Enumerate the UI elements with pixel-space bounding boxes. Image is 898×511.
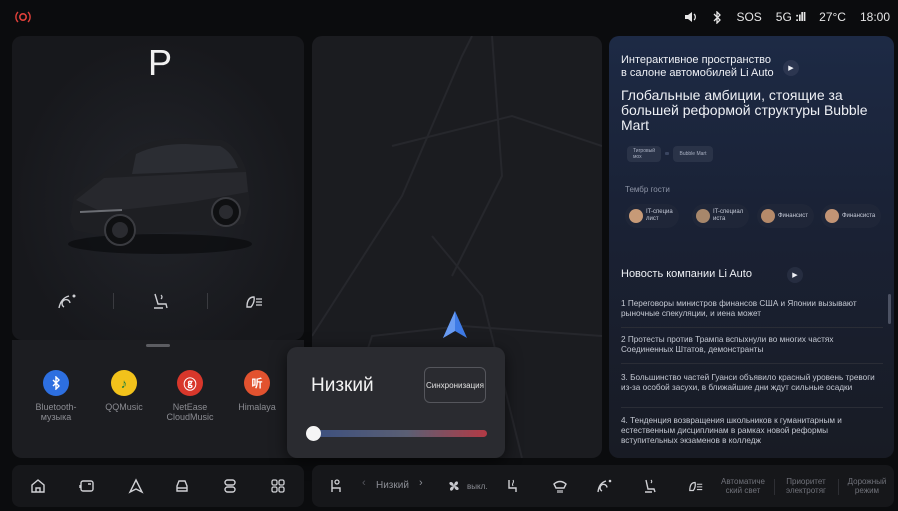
app-label: QQMusic xyxy=(105,402,143,412)
divider xyxy=(206,293,208,309)
bluetooth-icon xyxy=(43,370,69,396)
app-label: Bluetooth- музыка xyxy=(35,402,77,422)
app-himalaya[interactable]: 听 Himalaya xyxy=(222,370,292,412)
location-arrow-icon xyxy=(443,311,467,338)
info-panel: Интерактивное пространство в салоне авто… xyxy=(609,36,894,458)
auto-light-button[interactable]: Автоматиче ский свет xyxy=(716,477,770,495)
app-bluetooth-music[interactable]: Bluetooth- музыка xyxy=(21,370,91,422)
avatar xyxy=(629,209,643,223)
guest-name: Финансист xyxy=(778,212,808,219)
news-item[interactable]: 1 Переговоры министров финансов США и Яп… xyxy=(621,299,883,319)
network-type: 5G xyxy=(775,10,792,24)
headline: Глобальные амбиции, стоящие за большей р… xyxy=(621,87,868,133)
status-bar: SOS 5G :ıll 27°C 18:00 xyxy=(0,0,898,34)
sos-label[interactable]: SOS xyxy=(736,10,761,24)
avatar xyxy=(825,209,839,223)
news-item[interactable]: 3. Большинство частей Гуанси объявило кр… xyxy=(621,373,883,393)
qqmusic-icon: ♪ xyxy=(111,370,137,396)
seat-ventilation-icon[interactable] xyxy=(504,478,520,494)
car-side-icon[interactable] xyxy=(79,478,95,494)
netease-icon: ⓖ xyxy=(177,370,203,396)
divider xyxy=(621,363,883,364)
fan-level-label: Низкий xyxy=(311,375,374,396)
feature-title: Интерактивное пространство в салоне авто… xyxy=(621,54,774,79)
seat-heat-icon[interactable] xyxy=(149,292,171,310)
avatar xyxy=(696,209,710,223)
headlight-icon[interactable] xyxy=(688,478,704,494)
priority-button[interactable]: Приоритет электротяг xyxy=(778,477,834,495)
play-icon[interactable]: ▶ xyxy=(787,267,803,283)
sync-button[interactable]: Синхронизация xyxy=(424,367,486,403)
volume-icon xyxy=(685,12,697,22)
app-label: Himalaya xyxy=(238,402,276,412)
car-front-icon[interactable] xyxy=(174,478,190,494)
steering-heat-icon[interactable] xyxy=(55,292,77,310)
navigation-icon[interactable] xyxy=(128,478,144,494)
headlight-icon[interactable] xyxy=(243,292,265,310)
settings-icon[interactable] xyxy=(222,478,238,494)
divider xyxy=(774,479,775,495)
divider xyxy=(838,479,839,495)
guest-name: IT-специал иста xyxy=(713,209,744,222)
vehicle-controls xyxy=(55,292,265,310)
fan-increase-button[interactable]: › xyxy=(419,478,423,489)
news-item[interactable]: 4. Тенденция возвращения школьников к гу… xyxy=(621,416,883,446)
scrollbar[interactable] xyxy=(888,294,891,324)
fan-decrease-button[interactable]: ‹ xyxy=(362,478,366,489)
tag-chip[interactable]: Bubble Mart xyxy=(673,146,713,162)
gear-indicator: P xyxy=(148,42,173,83)
guest-voice-chip[interactable]: IT-специа лист xyxy=(625,204,679,228)
guest-name: Финансиста xyxy=(842,212,876,219)
road-mode-button[interactable]: Дорожный режим xyxy=(842,477,892,495)
home-icon[interactable] xyxy=(30,478,46,494)
clock: 18:00 xyxy=(859,10,890,24)
guest-voice-title: Тембр гости xyxy=(625,185,670,194)
news-item[interactable]: 2 Протесты против Трампа вспыхнули во мн… xyxy=(621,335,883,355)
app-netease-cloudmusic[interactable]: ⓖ NetEase CloudMusic xyxy=(155,370,225,422)
guest-name: IT-специа лист xyxy=(646,209,673,222)
app-label: NetEase CloudMusic xyxy=(166,402,214,422)
play-icon[interactable]: ▶ xyxy=(783,60,799,76)
signal-strength: :ıll xyxy=(795,10,806,24)
slider-thumb[interactable] xyxy=(305,426,321,441)
tag-chip[interactable]: Тигровый мох xyxy=(627,146,661,162)
drag-handle[interactable] xyxy=(146,344,170,347)
divider xyxy=(621,407,883,408)
guest-voice-chip[interactable]: Финансиста xyxy=(821,204,882,228)
network-indicator: 5G :ıll xyxy=(775,10,806,24)
app-qqmusic[interactable]: ♪ QQMusic xyxy=(89,370,159,412)
car-image[interactable] xyxy=(62,112,258,262)
hazard-icon[interactable] xyxy=(14,10,32,24)
news-title: Новость компании Li Auto xyxy=(621,268,752,280)
defrost-icon[interactable] xyxy=(552,478,568,494)
fan-level-slider[interactable] xyxy=(309,430,487,437)
fan-level-popup: Низкий Синхронизация xyxy=(287,347,505,458)
himalaya-icon: 听 xyxy=(244,370,270,396)
chip-separator xyxy=(665,152,669,155)
dock-left xyxy=(12,465,304,507)
climate-bar: ‹ Низкий › выкл. Автоматиче ский свет Пр… xyxy=(312,465,894,507)
apps-grid-icon[interactable] xyxy=(270,478,286,494)
divider xyxy=(112,293,114,309)
fan-off-label: выкл. xyxy=(467,482,488,491)
divider xyxy=(621,327,883,328)
guest-voice-chip[interactable]: Финансист xyxy=(757,204,814,228)
fan-level-value[interactable]: Низкий xyxy=(376,481,409,491)
avatar xyxy=(761,209,775,223)
fan-icon[interactable] xyxy=(446,478,462,494)
guest-voice-chip[interactable]: IT-специал иста xyxy=(692,204,750,228)
bluetooth-icon xyxy=(713,10,722,24)
temperature: 27°C xyxy=(819,10,846,24)
seat-position-icon[interactable] xyxy=(328,478,344,494)
seat-heat-icon[interactable] xyxy=(642,478,658,494)
steering-heat-icon[interactable] xyxy=(596,478,612,494)
